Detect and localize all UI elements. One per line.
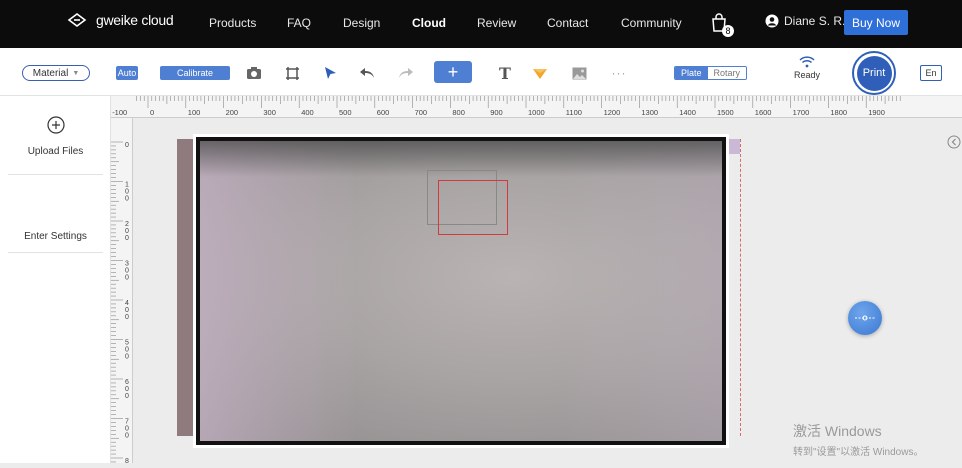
camera-icon[interactable] xyxy=(244,63,264,83)
ruler-label: 700 xyxy=(415,108,428,117)
print-button[interactable]: Print xyxy=(852,51,896,95)
ruler-label: 1200 xyxy=(604,108,621,117)
logo-icon xyxy=(67,13,87,27)
cart-button[interactable]: 8 xyxy=(709,13,734,37)
plate-mode-button[interactable]: Plate xyxy=(675,67,708,79)
user-menu[interactable]: Diane S. R. xyxy=(765,14,845,28)
crop-icon[interactable] xyxy=(282,63,302,83)
material-select[interactable]: Material ▼ xyxy=(22,65,90,81)
ruler-label: 1000 xyxy=(528,108,545,117)
auto-button[interactable]: Auto xyxy=(116,66,138,80)
ruler-label: 600 xyxy=(377,108,390,117)
horizontal-ruler: -100 0 100 200 300 400 500 600 700 800 900 1000 1100… xyxy=(111,96,962,118)
ruler-label: 200 xyxy=(125,221,129,242)
selection-box[interactable] xyxy=(438,180,508,235)
upload-files-label: Upload Files xyxy=(27,146,84,157)
ruler-label: 1600 xyxy=(755,108,772,117)
chevron-down-icon: ▼ xyxy=(72,69,80,77)
nav-faq[interactable]: FAQ xyxy=(287,16,311,30)
logo-text: gweike cloud xyxy=(96,12,174,28)
windows-activation-watermark: 激活 Windows 转到"设置"以激活 Windows。 xyxy=(793,421,923,458)
bed-boundary-guide xyxy=(740,139,741,436)
cart-count-badge: 8 xyxy=(722,25,734,37)
ruler-label: 100 xyxy=(188,108,201,117)
ruler-label: 500 xyxy=(339,108,352,117)
material-label: Material xyxy=(32,67,69,79)
vertical-ruler: 0 100 200 300 400 500 600 700 800 xyxy=(111,118,133,468)
camera-edge xyxy=(729,139,740,154)
select-arrow-icon[interactable] xyxy=(320,63,340,83)
ruler-label: 1700 xyxy=(793,108,810,117)
add-circle-icon xyxy=(46,116,65,134)
ruler-label: 600 xyxy=(125,379,129,400)
rotary-mode-button[interactable]: Rotary xyxy=(707,67,747,79)
ruler-label: 1500 xyxy=(717,108,734,117)
ruler-label: 300 xyxy=(125,261,129,282)
image-icon[interactable] xyxy=(569,63,589,83)
divider xyxy=(8,252,103,253)
enter-settings-label: Enter Settings xyxy=(24,231,87,242)
ruler-label: 500 xyxy=(125,340,129,361)
ruler-label: 1900 xyxy=(868,108,885,117)
ruler-label: 300 xyxy=(263,108,276,117)
collapse-panel-icon[interactable] xyxy=(947,135,961,149)
align-tool-button[interactable] xyxy=(848,301,882,335)
ruler-label: 1800 xyxy=(830,108,847,117)
watermark-line-2: 转到"设置"以激活 Windows。 xyxy=(793,447,924,458)
nav-design[interactable]: Design xyxy=(343,16,380,30)
ruler-label: 1100 xyxy=(566,108,582,117)
nav-cloud[interactable]: Cloud xyxy=(412,16,446,30)
user-name: Diane S. R. xyxy=(784,14,846,28)
ruler-label: 800 xyxy=(452,108,465,117)
more-icon[interactable]: ··· xyxy=(609,63,629,83)
ruler-label: 0 xyxy=(125,142,129,149)
connection-status[interactable]: Ready xyxy=(792,56,822,80)
language-button[interactable]: En xyxy=(920,65,942,81)
add-icon[interactable]: + xyxy=(434,61,472,83)
ruler-label: 100 xyxy=(125,182,129,203)
ruler-label: 200 xyxy=(226,108,239,117)
buy-now-button[interactable]: Buy Now xyxy=(844,10,908,35)
upload-files-button[interactable]: Upload Files xyxy=(0,116,111,157)
ruler-label: 1400 xyxy=(679,108,696,117)
nav-contact[interactable]: Contact xyxy=(547,16,588,30)
toolbar: Material ▼ Auto Calibrate + T ··· Plate … xyxy=(0,48,962,96)
mode-toggle: Plate Rotary xyxy=(674,66,748,80)
wifi-icon xyxy=(799,56,815,68)
logo[interactable]: gweike cloud xyxy=(66,12,174,28)
ruler-label: 700 xyxy=(125,419,129,440)
undo-icon[interactable] xyxy=(357,63,377,83)
text-icon[interactable]: T xyxy=(495,63,515,83)
ruler-label: 400 xyxy=(125,300,129,321)
ruler-label: 900 xyxy=(490,108,503,117)
status-label: Ready xyxy=(793,70,820,80)
nav-community[interactable]: Community xyxy=(621,16,682,30)
ruler-label: 800 xyxy=(125,458,129,463)
nav-review[interactable]: Review xyxy=(477,16,516,30)
nav-products[interactable]: Products xyxy=(209,16,256,30)
divider xyxy=(8,174,103,175)
avatar-icon xyxy=(765,14,779,28)
shape-icon[interactable] xyxy=(530,63,550,83)
ruler-label: 1300 xyxy=(641,108,658,117)
top-nav: gweike cloud Products FAQ Design Cloud R… xyxy=(0,0,962,48)
ruler-label: -100 xyxy=(112,108,127,117)
calibrate-button[interactable]: Calibrate xyxy=(160,66,230,80)
ruler-label: 0 xyxy=(150,108,154,117)
crosshair-icon xyxy=(855,315,875,321)
camera-edge xyxy=(177,139,193,436)
watermark-line-1: 激活 Windows xyxy=(793,423,882,439)
print-label: Print xyxy=(856,55,892,91)
sidebar: Upload Files Enter Settings xyxy=(0,96,111,463)
ruler-label: 400 xyxy=(301,108,314,117)
enter-settings-button[interactable]: Enter Settings xyxy=(0,231,111,242)
redo-icon[interactable] xyxy=(396,63,416,83)
